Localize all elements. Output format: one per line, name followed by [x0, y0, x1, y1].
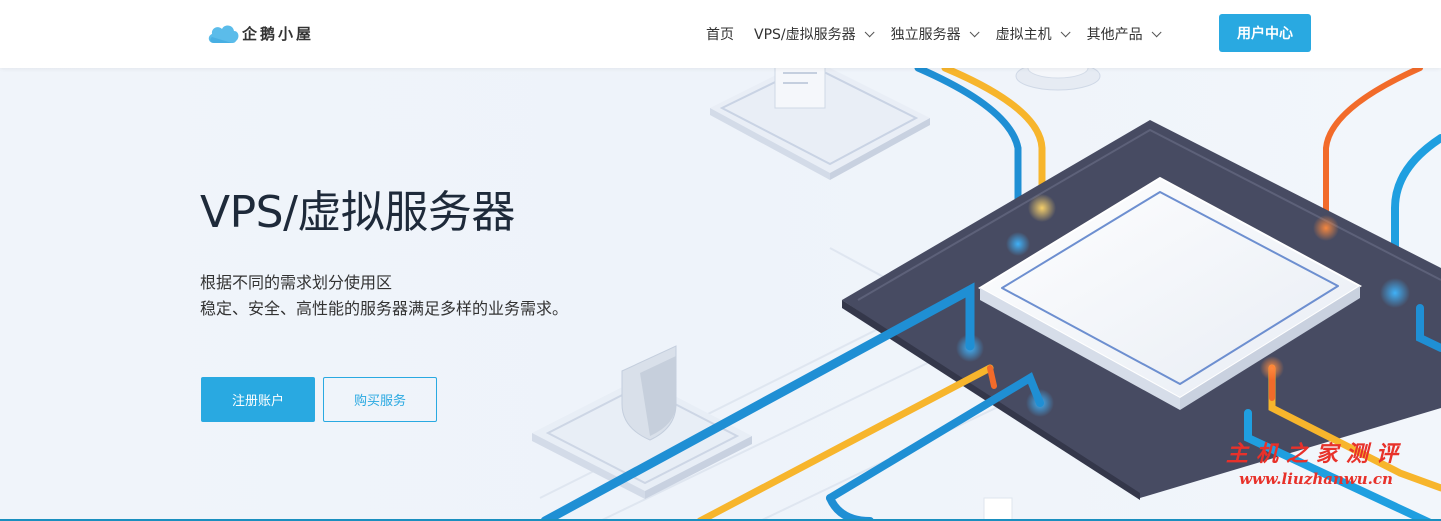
nav-item-home[interactable]: 首页 [706, 24, 734, 44]
brand-logo[interactable]: 企鹅小屋 [206, 20, 314, 46]
page-title: VPS/虚拟服务器 [200, 187, 515, 238]
watermark-title: 主机之家测评 [1226, 441, 1407, 467]
nav-item-other-products[interactable]: 其他产品 [1086, 24, 1162, 44]
chevron-down-icon [1060, 26, 1071, 37]
nav-item-vps[interactable]: VPS/虚拟服务器 [754, 24, 875, 44]
chevron-down-icon [1151, 26, 1162, 37]
register-account-button[interactable]: 注册账户 [201, 377, 315, 422]
brand-name: 企鹅小屋 [242, 24, 315, 43]
chevron-down-icon [969, 26, 980, 37]
document-platform [710, 68, 930, 180]
hero-description-line: 根据不同的需求划分使用区 [200, 273, 393, 292]
page: 企鹅小屋 首页 VPS/虚拟服务器 独立服务器 虚拟主机 其他产品 用户中心 V… [0, 0, 1441, 521]
top-navbar: 企鹅小屋 首页 VPS/虚拟服务器 独立服务器 虚拟主机 其他产品 用户中心 [0, 0, 1441, 68]
nav-item-virtual-host[interactable]: 虚拟主机 [995, 24, 1071, 44]
chevron-down-icon [864, 26, 875, 37]
nav-item-dedicated-server[interactable]: 独立服务器 [890, 24, 980, 44]
user-center-button[interactable]: 用户中心 [1219, 14, 1311, 52]
nav-item-label: 独立服务器 [890, 27, 961, 43]
hero-description-line: 稳定、安全、高性能的服务器满足多样的业务需求。 [200, 299, 569, 318]
nav-item-label: 虚拟主机 [995, 27, 1052, 43]
main-nav: 首页 VPS/虚拟服务器 独立服务器 虚拟主机 其他产品 [706, 0, 1178, 68]
watermark: 主机之家测评 www.liuzhanwu.cn [1226, 436, 1406, 488]
nav-item-label: VPS/虚拟服务器 [754, 27, 856, 43]
watermark-url: www.liuzhanwu.cn [1239, 470, 1393, 488]
hero-banner: VPS/虚拟服务器 根据不同的需求划分使用区 稳定、安全、高性能的服务器满足多样… [0, 68, 1441, 521]
nav-item-label: 其他产品 [1086, 27, 1143, 43]
hero-description: 根据不同的需求划分使用区 稳定、安全、高性能的服务器满足多样的业务需求。 [200, 270, 568, 322]
cloud-logo-icon [208, 25, 239, 43]
buy-service-button[interactable]: 购买服务 [323, 377, 437, 422]
nav-item-label: 首页 [706, 27, 734, 43]
